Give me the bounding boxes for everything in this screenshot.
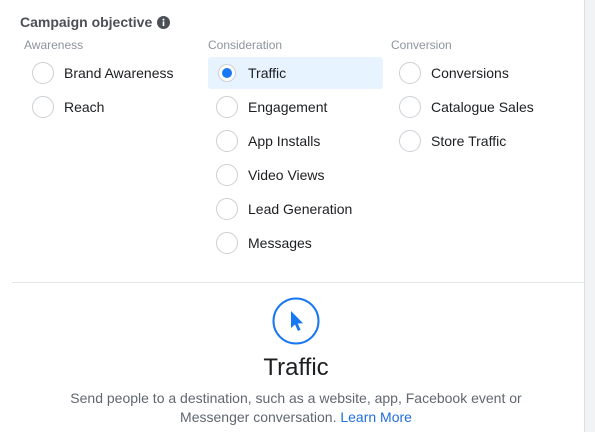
radio-reach[interactable] <box>32 96 54 118</box>
option-messages[interactable]: Messages <box>208 227 383 259</box>
option-traffic[interactable]: Traffic <box>208 57 383 89</box>
option-label-store-traffic: Store Traffic <box>431 133 507 149</box>
section-divider <box>12 282 584 283</box>
consideration-header: Consideration <box>208 38 283 52</box>
option-label-brand-awareness: Brand Awareness <box>64 65 174 81</box>
consideration-column: Consideration Traffic Engagement App Ins… <box>208 37 383 261</box>
awareness-header: Awareness <box>24 38 84 52</box>
objective-detail-title: Traffic <box>263 354 329 381</box>
option-catalogue-sales[interactable]: Catalogue Sales <box>391 91 571 123</box>
objective-description-text: Send people to a destination, such as a … <box>70 390 522 425</box>
campaign-objective-header: Campaign objective <box>20 14 171 30</box>
learn-more-link[interactable]: Learn More <box>340 409 412 425</box>
conversion-column: Conversion Conversions Catalogue Sales S… <box>391 37 571 159</box>
option-engagement[interactable]: Engagement <box>208 91 383 123</box>
option-reach[interactable]: Reach <box>24 91 200 123</box>
cursor-icon <box>272 297 320 345</box>
radio-messages[interactable] <box>216 232 238 254</box>
info-icon[interactable] <box>157 15 171 29</box>
option-conversions[interactable]: Conversions <box>391 57 571 89</box>
campaign-objective-panel: Campaign objective Awareness Brand Aware… <box>0 0 585 432</box>
conversion-header: Conversion <box>391 38 452 52</box>
option-label-lead-generation: Lead Generation <box>248 201 353 217</box>
objective-detail-description: Send people to a destination, such as a … <box>70 389 522 427</box>
option-label-traffic: Traffic <box>248 65 287 81</box>
campaign-objective-title: Campaign objective <box>20 14 153 30</box>
radio-lead-generation[interactable] <box>216 198 238 220</box>
awareness-column: Awareness Brand Awareness Reach <box>24 37 200 125</box>
option-label-engagement: Engagement <box>248 99 328 115</box>
radio-store-traffic[interactable] <box>399 130 421 152</box>
option-label-app-installs: App Installs <box>248 133 321 149</box>
option-label-video-views: Video Views <box>248 167 325 183</box>
option-label-reach: Reach <box>64 99 105 115</box>
radio-conversions[interactable] <box>399 62 421 84</box>
option-label-catalogue-sales: Catalogue Sales <box>431 99 534 115</box>
radio-brand-awareness[interactable] <box>32 62 54 84</box>
option-store-traffic[interactable]: Store Traffic <box>391 125 571 157</box>
option-video-views[interactable]: Video Views <box>208 159 383 191</box>
radio-video-views[interactable] <box>216 164 238 186</box>
option-app-installs[interactable]: App Installs <box>208 125 383 157</box>
option-brand-awareness[interactable]: Brand Awareness <box>24 57 200 89</box>
radio-catalogue-sales[interactable] <box>399 96 421 118</box>
radio-traffic[interactable] <box>218 64 236 82</box>
option-lead-generation[interactable]: Lead Generation <box>208 193 383 225</box>
radio-engagement[interactable] <box>216 96 238 118</box>
option-label-messages: Messages <box>248 235 312 251</box>
radio-app-installs[interactable] <box>216 130 238 152</box>
option-label-conversions: Conversions <box>431 65 509 81</box>
